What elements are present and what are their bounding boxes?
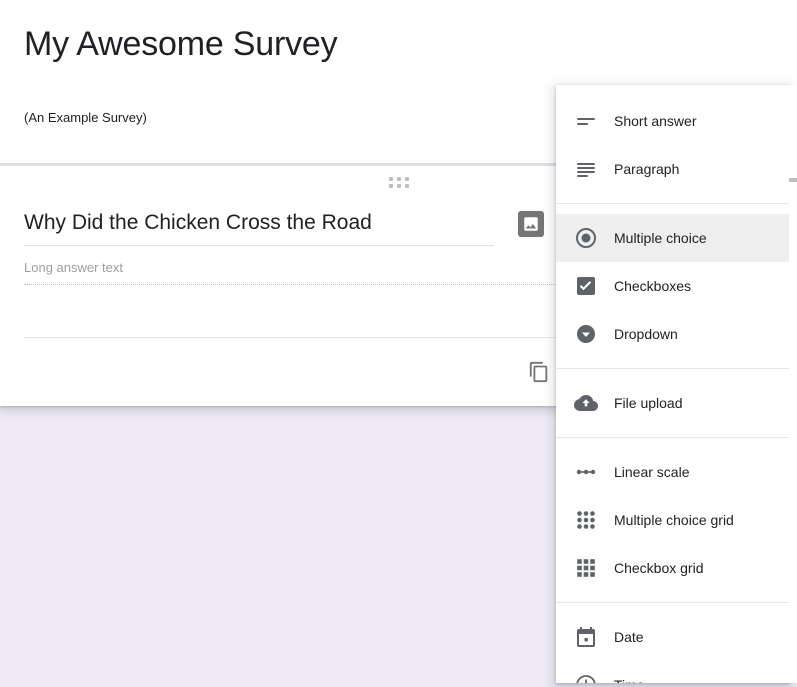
menu-separator [556,368,790,369]
question-title-text[interactable]: Why Did the Chicken Cross the Road [24,209,494,246]
menu-item-checkboxes[interactable]: Checkboxes [556,262,790,310]
menu-item-date[interactable]: Date [556,613,790,661]
drag-handle-icon[interactable] [389,177,409,188]
form-title[interactable]: My Awesome Survey [24,22,338,66]
radio-button-icon [570,222,602,254]
menu-group-datetime: Date Time [556,613,790,683]
menu-item-label: Checkbox grid [614,560,704,576]
linear-scale-icon [570,456,602,488]
paragraph-icon [570,153,602,185]
menu-separator [556,602,790,603]
cloud-upload-icon [570,387,602,419]
forms-editor-page: My Awesome Survey (An Example Survey) Wh… [0,0,797,687]
menu-item-multiple-choice-grid[interactable]: Multiple choice grid [556,496,790,544]
menu-group-choice: Multiple choice Checkboxes Dropdown [556,214,790,358]
question-title-field[interactable]: Why Did the Chicken Cross the Road [24,209,494,246]
menu-item-dropdown[interactable]: Dropdown [556,310,790,358]
menu-item-short-answer[interactable]: Short answer [556,97,790,145]
menu-separator [556,437,790,438]
menu-item-label: Multiple choice grid [614,512,734,528]
menu-item-label: Multiple choice [614,230,707,246]
image-icon[interactable] [518,211,544,237]
menu-item-label: File upload [614,395,683,411]
menu-item-time[interactable]: Time [556,661,790,683]
menu-group-upload: File upload [556,379,790,427]
menu-item-paragraph[interactable]: Paragraph [556,145,790,193]
calendar-icon [570,621,602,653]
menu-item-label: Time [614,676,645,683]
question-type-menu[interactable]: Short answer Paragraph Multiple choice C… [556,85,790,683]
menu-separator [556,203,790,204]
menu-item-label: Checkboxes [614,278,692,294]
menu-item-label: Date [614,629,644,645]
menu-group-text: Short answer Paragraph [556,97,790,193]
menu-item-label: Paragraph [614,161,680,177]
clock-icon [570,669,602,683]
menu-item-label: Short answer [614,113,697,129]
menu-item-label: Dropdown [614,326,678,342]
menu-item-linear-scale[interactable]: Linear scale [556,448,790,496]
radio-grid-icon [570,504,602,536]
menu-item-label: Linear scale [614,464,690,480]
menu-item-file-upload[interactable]: File upload [556,379,790,427]
menu-item-checkbox-grid[interactable]: Checkbox grid [556,544,790,592]
dropdown-arrow-icon [570,318,602,350]
checkbox-grid-icon [570,552,602,584]
menu-item-multiple-choice[interactable]: Multiple choice [556,214,790,262]
duplicate-icon[interactable] [524,357,554,387]
menu-group-scale-grid: Linear scale Multiple choice grid Checkb… [556,448,790,592]
menu-scrollbar-thumb[interactable] [789,178,797,182]
checkbox-icon [570,270,602,302]
form-description[interactable]: (An Example Survey) [24,109,147,127]
short-answer-icon [570,105,602,137]
menu-right-edge [789,85,797,683]
